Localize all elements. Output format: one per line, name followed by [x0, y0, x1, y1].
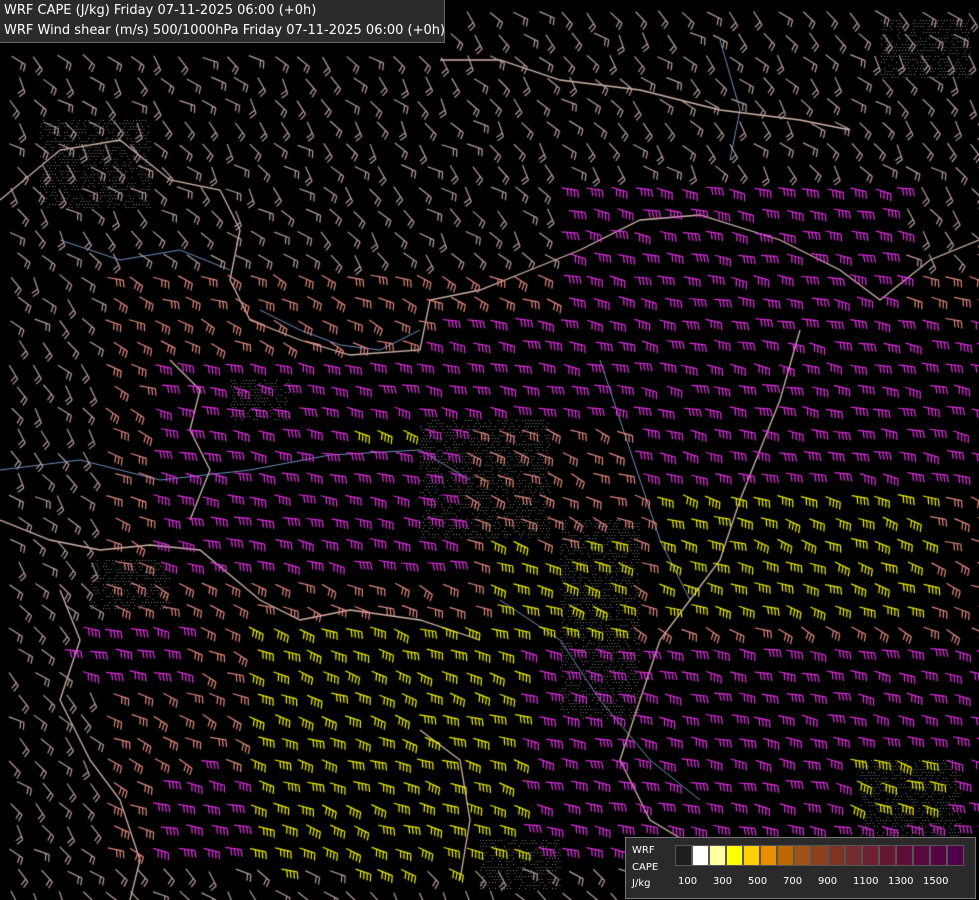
legend-tick: 100 [678, 876, 698, 887]
legend-swatch [743, 845, 760, 866]
legend-swatch [726, 845, 743, 866]
legend-swatch [794, 845, 811, 866]
cape-legend: WRF CAPE J/kg 100 300 500 700 900 1100 1300 150… [625, 837, 976, 899]
legend-swatch [879, 845, 896, 866]
legend-unit-label: J/kg [632, 878, 651, 889]
legend-tick: 1500 [923, 876, 949, 887]
legend-swatch [896, 845, 913, 866]
legend-swatch [692, 845, 709, 866]
legend-swatch [811, 845, 828, 866]
wind-shear-map [0, 0, 979, 900]
legend-swatch [845, 845, 862, 866]
legend-tick: 700 [783, 876, 803, 887]
map-title-box: WRF CAPE (J/kg) Friday 07-11-2025 06:00 … [0, 0, 445, 43]
wind-shear-title: WRF Wind shear (m/s) 500/1000hPa Friday … [4, 23, 446, 38]
legend-swatch [760, 845, 777, 866]
cape-title: WRF CAPE (J/kg) Friday 07-11-2025 06:00 … [4, 3, 317, 18]
legend-swatch [828, 845, 845, 866]
legend-swatch [913, 845, 930, 866]
legend-tick: 1300 [888, 876, 914, 887]
legend-swatch [777, 845, 794, 866]
legend-tick: 300 [713, 876, 733, 887]
legend-swatch [862, 845, 879, 866]
legend-tick-labels: 100 300 500 700 900 1100 1300 1500 [678, 876, 978, 890]
legend-variable-label: CAPE [632, 862, 659, 873]
legend-color-scale [675, 845, 964, 866]
legend-swatch [709, 845, 726, 866]
legend-tick: 900 [818, 876, 838, 887]
legend-swatch [947, 845, 964, 866]
legend-tick: 1100 [853, 876, 879, 887]
legend-model-label: WRF [632, 845, 655, 856]
legend-tick: 500 [748, 876, 768, 887]
legend-swatch [930, 845, 947, 866]
legend-swatch [675, 845, 692, 866]
